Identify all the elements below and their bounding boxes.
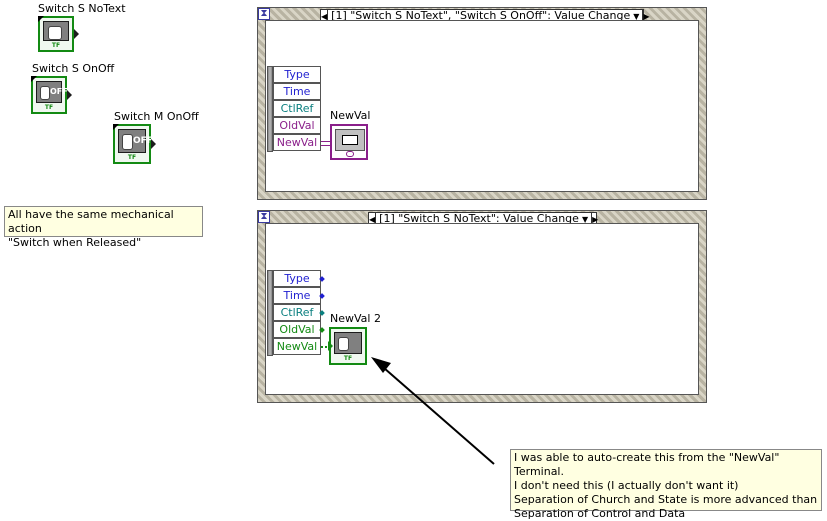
comment-auto-create: I was able to auto-create this from the … xyxy=(510,449,822,520)
annotation-arrow xyxy=(371,357,495,465)
arrow-shaft xyxy=(383,367,495,465)
